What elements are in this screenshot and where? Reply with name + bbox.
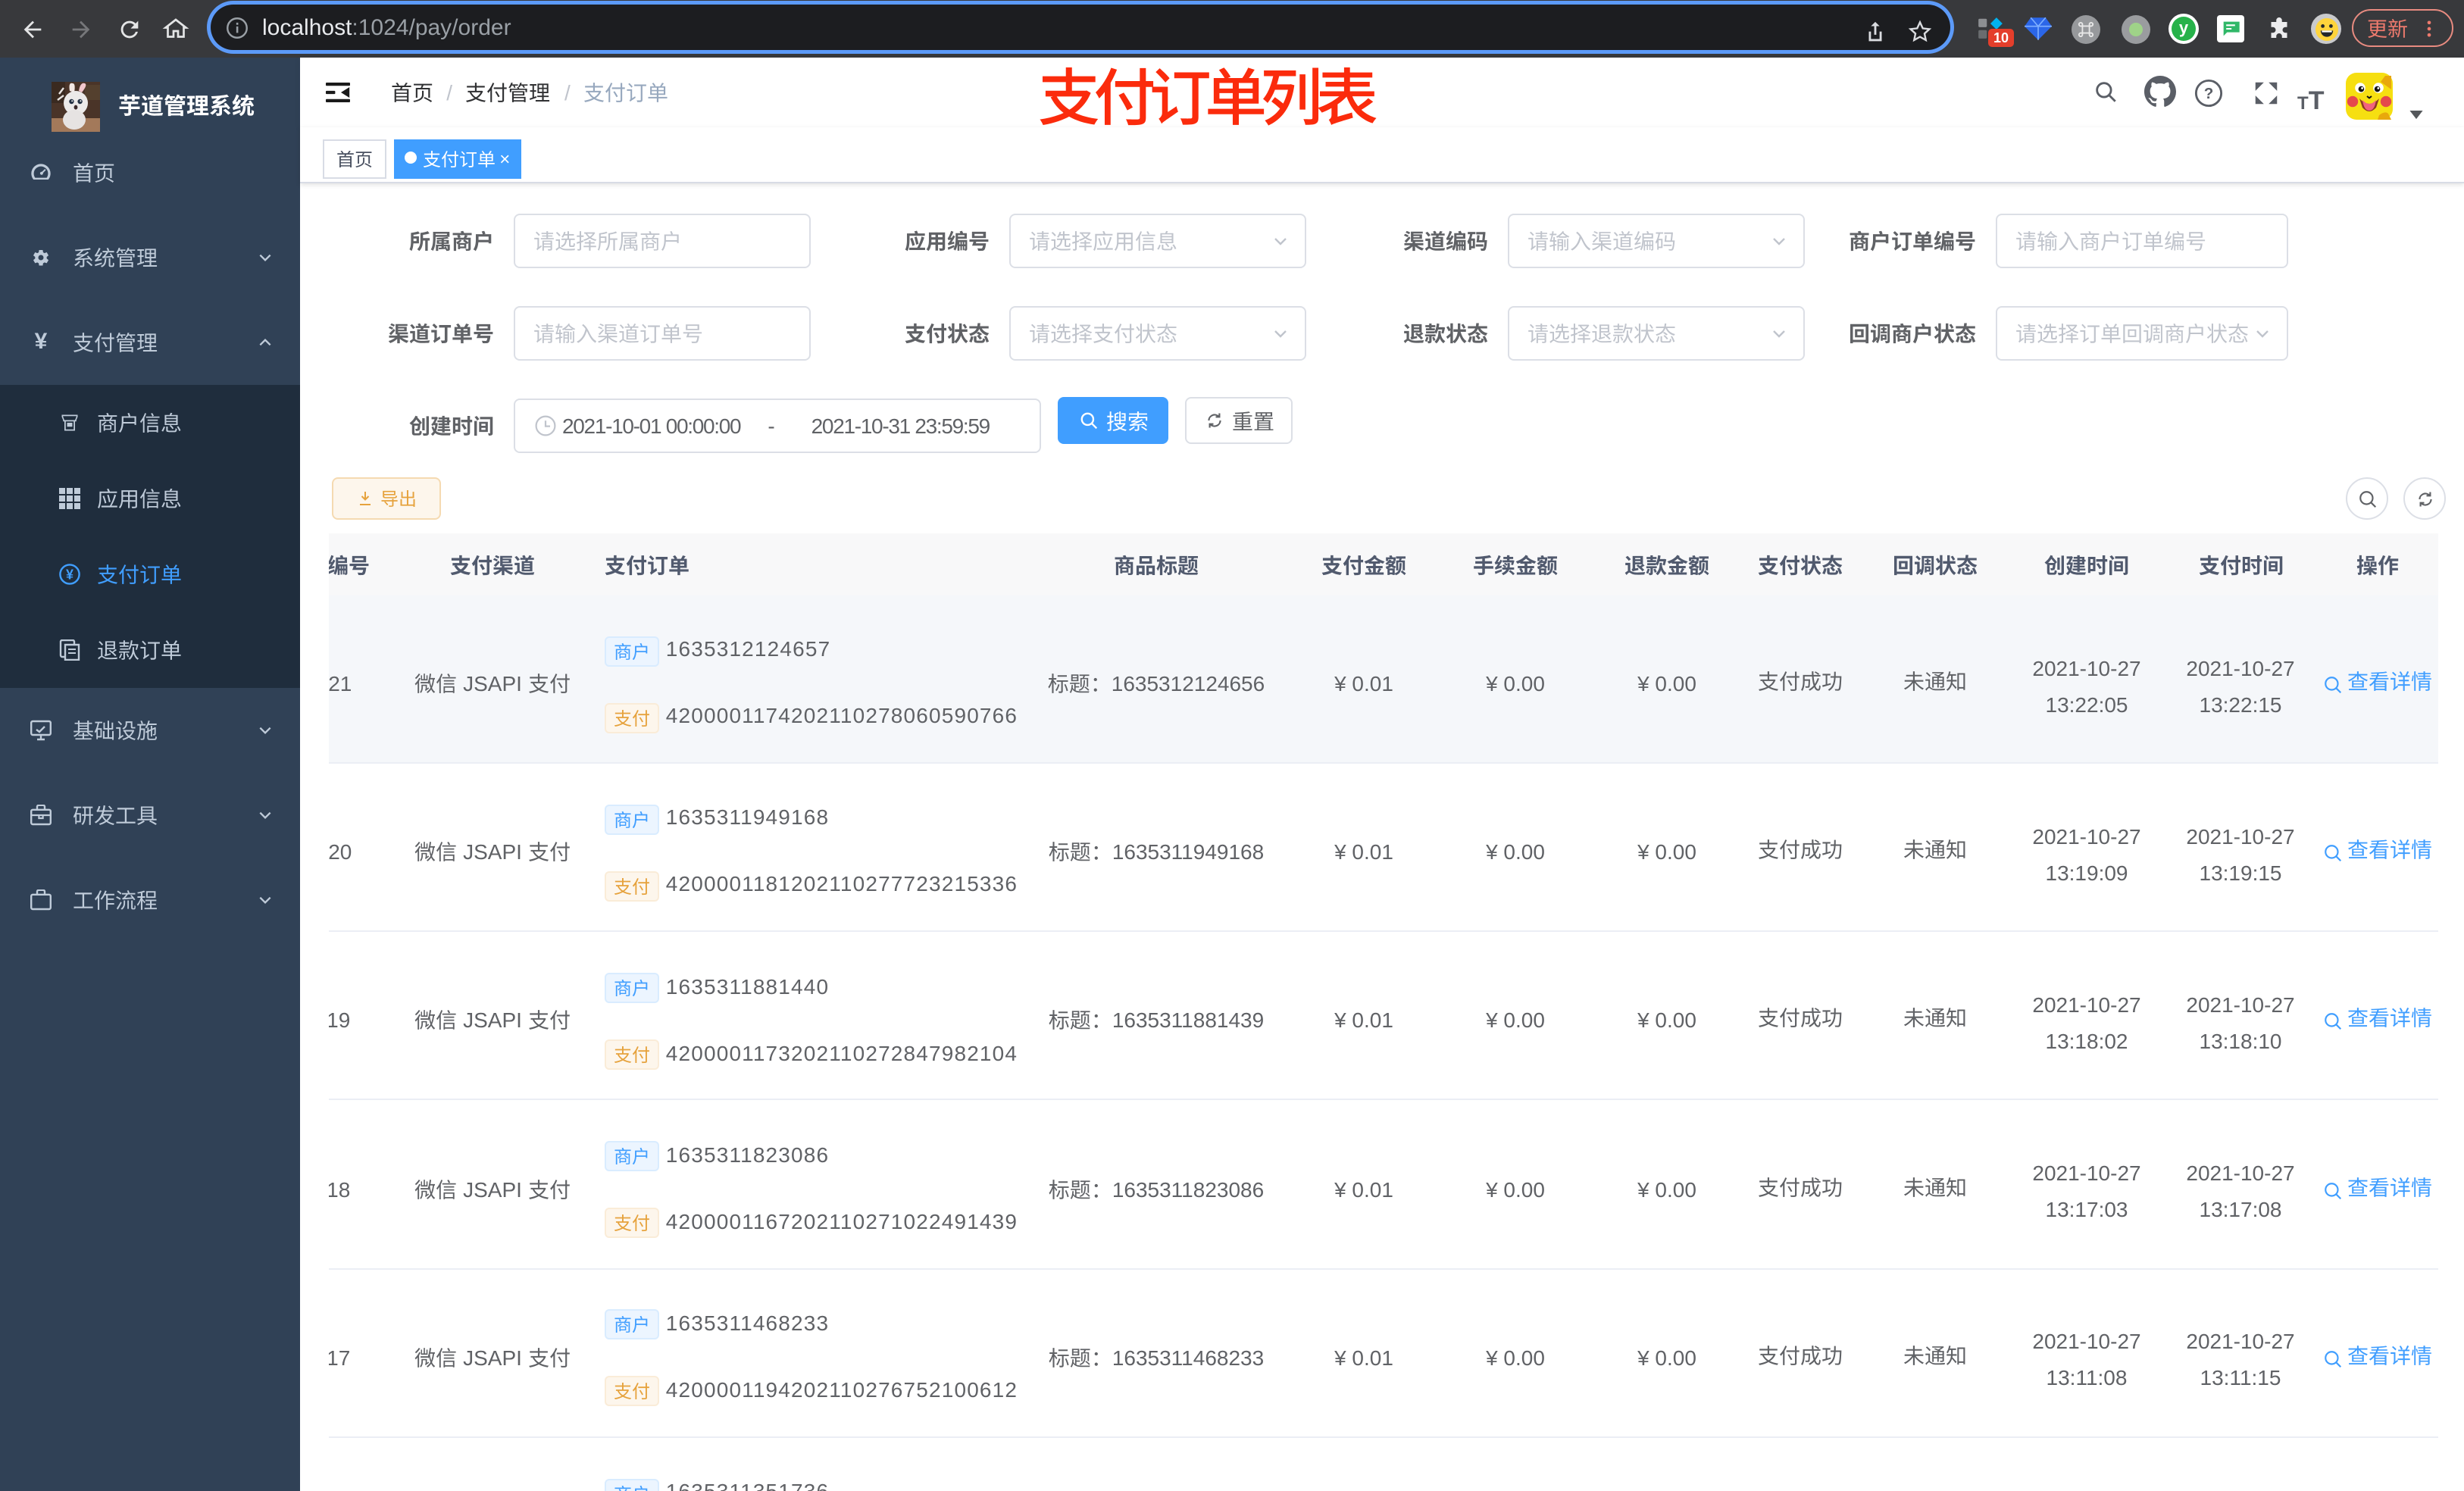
svg-text:¥: ¥ xyxy=(66,567,73,582)
svg-text:?: ? xyxy=(2204,84,2214,102)
